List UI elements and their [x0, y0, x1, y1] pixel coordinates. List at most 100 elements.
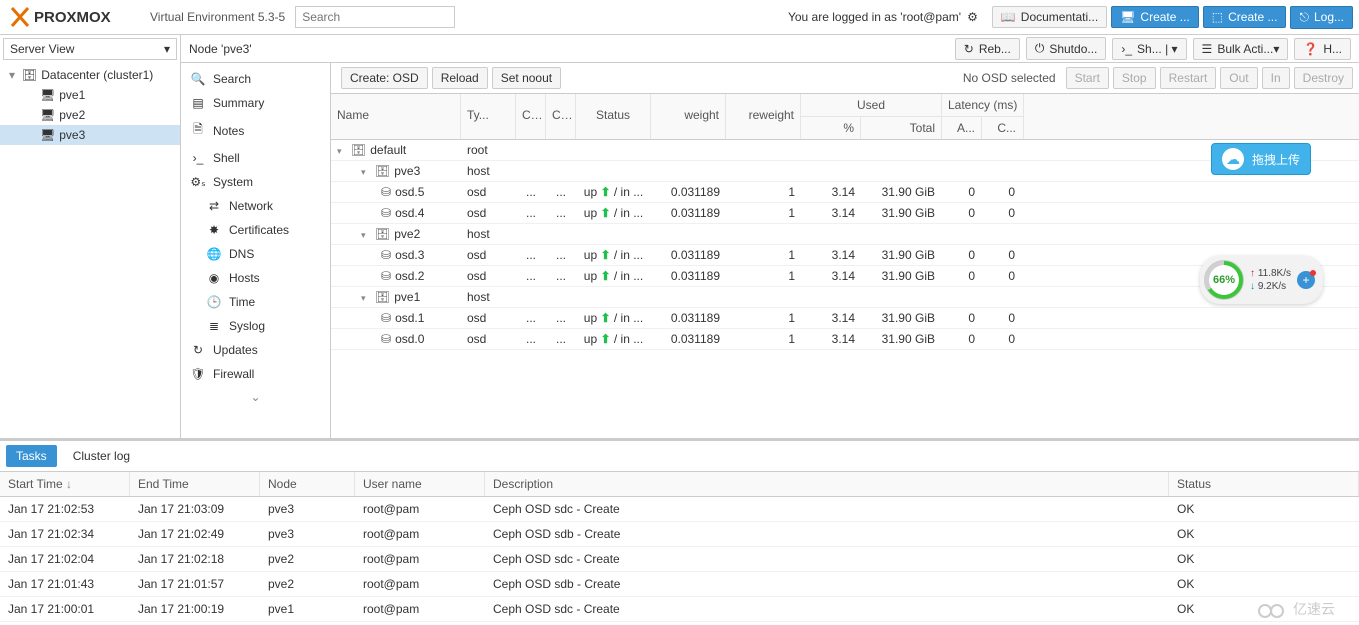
log-header-row: Start Time ↓ End Time Node User name Des…: [0, 472, 1359, 497]
col-status[interactable]: Status: [576, 94, 651, 139]
col-reweight[interactable]: reweight: [726, 94, 801, 139]
col-pct[interactable]: %: [801, 117, 861, 139]
root-icon: 🗄: [351, 143, 366, 157]
destroy-button[interactable]: Destroy: [1294, 67, 1353, 89]
shell-button[interactable]: ›_Sh... | ▾: [1112, 38, 1186, 60]
cell-c2: [546, 169, 576, 173]
create-osd-button[interactable]: Create: OSD: [341, 67, 428, 89]
cell-pct: 3.14: [801, 330, 861, 348]
nav-item-hosts[interactable]: ◉Hosts: [181, 266, 330, 290]
col-type[interactable]: Ty...: [461, 94, 516, 139]
tree-datacenter[interactable]: ▾ 🗄 Datacenter (cluster1): [0, 65, 180, 85]
logout-button[interactable]: ⎋Log...: [1290, 6, 1353, 29]
node-label: pve3: [59, 128, 85, 142]
restart-button[interactable]: Restart: [1160, 67, 1217, 89]
col-c2[interactable]: C...: [546, 94, 576, 139]
col-latency-c[interactable]: C...: [982, 117, 1022, 139]
cell-c2: ...: [546, 183, 576, 201]
log-row[interactable]: Jan 17 21:00:01Jan 17 21:00:19pve1root@p…: [0, 597, 1359, 622]
up-speed: 11.8K/s: [1258, 268, 1291, 279]
nav-item-certificates[interactable]: ✸Certificates: [181, 218, 330, 242]
shutdown-button[interactable]: ⏻Shutdo...: [1026, 37, 1107, 60]
cell-total: [861, 169, 941, 173]
node-icon: 🖥: [40, 108, 55, 122]
nav-item-network[interactable]: ⇄Network: [181, 194, 330, 218]
out-button[interactable]: Out: [1220, 67, 1257, 89]
log-row[interactable]: Jan 17 21:01:43Jan 17 21:01:57pve2root@p…: [0, 572, 1359, 597]
set-noout-button[interactable]: Set noout: [492, 67, 561, 89]
speed-gauge-widget[interactable]: 66% ↑ 11.8K/s ↓ 9.2K/s +: [1200, 256, 1323, 304]
osd-row[interactable]: ▾🗄defaultroot: [331, 140, 1359, 161]
cell-pct: 3.14: [801, 267, 861, 285]
tab-cluster-log[interactable]: Cluster log: [63, 445, 140, 467]
search-input[interactable]: [295, 6, 455, 28]
upload-widget[interactable]: ☁ 拖拽上传: [1211, 143, 1311, 175]
osd-row[interactable]: ▾🗄pve3host: [331, 161, 1359, 182]
node-label: pve2: [59, 108, 85, 122]
gauge-add-button[interactable]: +: [1297, 271, 1315, 289]
cell-pct: [801, 148, 861, 152]
nav-item-notes[interactable]: 🗎Notes: [181, 115, 330, 146]
col-latency-a[interactable]: A...: [942, 117, 982, 139]
nav-item-search[interactable]: 🔍Search: [181, 67, 330, 91]
nav-item-summary[interactable]: ▤Summary: [181, 91, 330, 115]
view-selector[interactable]: Server View ▾: [3, 38, 177, 60]
col-name[interactable]: Name: [331, 94, 461, 139]
grid-header-row: Name Ty... C... C... Status weight rewei…: [331, 94, 1359, 140]
reload-button[interactable]: Reload: [432, 67, 488, 89]
cell-weight: 0.031189: [651, 309, 726, 327]
bulk-actions-button[interactable]: ☰Bulk Acti... ▾: [1193, 38, 1289, 60]
osd-row[interactable]: ▾🗄pve2host: [331, 224, 1359, 245]
col-total[interactable]: Total: [861, 117, 941, 139]
stop-button[interactable]: Stop: [1113, 67, 1156, 89]
cell-c2: ...: [546, 267, 576, 285]
cell-node: pve2: [260, 572, 355, 596]
col-user[interactable]: User name: [355, 472, 485, 496]
cell-name: ⛁osd.0: [331, 330, 461, 348]
create-vm-button[interactable]: 🖥Create ...: [1111, 6, 1199, 28]
start-button[interactable]: Start: [1066, 67, 1109, 89]
nav-item-shell[interactable]: ›_Shell: [181, 146, 330, 170]
in-button[interactable]: In: [1262, 67, 1290, 89]
reboot-button[interactable]: ↻Reb...: [955, 38, 1020, 60]
osd-row[interactable]: ⛁osd.1osd......up ⬆ / in ...0.03118913.1…: [331, 308, 1359, 329]
osd-row[interactable]: ⛁osd.4osd......up ⬆ / in ...0.03118913.1…: [331, 203, 1359, 224]
shell-label: Sh...: [1137, 42, 1162, 56]
nav-label: Notes: [213, 124, 244, 138]
col-status[interactable]: Status: [1169, 472, 1359, 496]
cell-end: Jan 17 21:02:18: [130, 547, 260, 571]
cell-status: up ⬆ / in ...: [576, 246, 651, 264]
log-row[interactable]: Jan 17 21:02:53Jan 17 21:03:09pve3root@p…: [0, 497, 1359, 522]
col-node[interactable]: Node: [260, 472, 355, 496]
tree-node-pve3[interactable]: 🖥 pve3: [0, 125, 180, 145]
nav-item-time[interactable]: 🕒Time: [181, 290, 330, 314]
hdd-icon: ⛁: [381, 206, 391, 220]
tab-tasks[interactable]: Tasks: [6, 445, 57, 467]
tree-node-pve2[interactable]: 🖥 pve2: [0, 105, 180, 125]
log-row[interactable]: Jan 17 21:02:34Jan 17 21:02:49pve3root@p…: [0, 522, 1359, 547]
nav-item-updates[interactable]: ↻Updates: [181, 338, 330, 362]
nav-item-syslog[interactable]: ≣Syslog: [181, 314, 330, 338]
osd-row[interactable]: ⛁osd.0osd......up ⬆ / in ...0.03118913.1…: [331, 329, 1359, 350]
log-row[interactable]: Jan 17 21:02:04Jan 17 21:02:18pve2root@p…: [0, 547, 1359, 572]
collapse-icon[interactable]: ▾: [6, 68, 18, 82]
cell-total: 31.90 GiB: [861, 246, 941, 264]
documentation-button[interactable]: 📖Documentati...: [992, 6, 1107, 28]
cell-status: OK: [1169, 497, 1359, 521]
tree-node-pve1[interactable]: 🖥 pve1: [0, 85, 180, 105]
col-description[interactable]: Description: [485, 472, 1169, 496]
cell-c2: [546, 232, 576, 236]
osd-row[interactable]: ⛁osd.5osd......up ⬆ / in ...0.03118913.1…: [331, 182, 1359, 203]
col-c1[interactable]: C...: [516, 94, 546, 139]
power-icon: ⏻: [1035, 41, 1045, 56]
help-button[interactable]: ❓H...: [1294, 38, 1351, 60]
nav-item-system[interactable]: ⚙ₛSystem: [181, 170, 330, 194]
gear-icon[interactable]: ⚙: [967, 10, 978, 24]
col-end-time[interactable]: End Time: [130, 472, 260, 496]
col-start-time[interactable]: Start Time ↓: [0, 472, 130, 496]
nav-item-dns[interactable]: 🌐DNS: [181, 242, 330, 266]
nav-more[interactable]: ⌄: [181, 386, 330, 408]
create-ct-button[interactable]: ⬚Create ...: [1203, 6, 1287, 28]
col-weight[interactable]: weight: [651, 94, 726, 139]
nav-item-firewall[interactable]: 🛡Firewall: [181, 362, 330, 386]
